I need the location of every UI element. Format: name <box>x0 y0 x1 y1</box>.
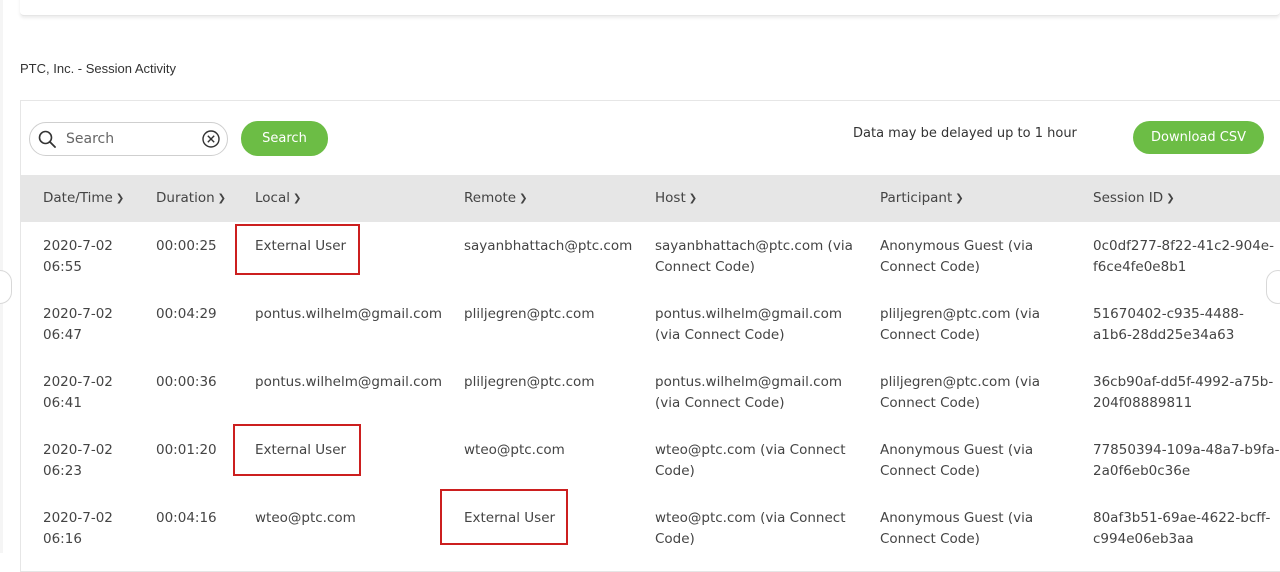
search-button[interactable]: Search <box>241 121 328 156</box>
chevron-down-icon: ❯ <box>115 193 125 204</box>
cell-remote: pliljegren@ptc.com <box>464 374 595 390</box>
cell-remote: pliljegren@ptc.com <box>464 306 595 322</box>
cell-datetime: 2020-7-02 06:16 <box>43 510 113 547</box>
scroll-left-arrow[interactable] <box>0 270 12 304</box>
cell-remote: sayanbhattach@ptc.com <box>464 238 633 254</box>
column-header-participant[interactable]: Participant ❯ <box>880 190 964 206</box>
column-header-local[interactable]: Local ❯ <box>255 190 301 206</box>
session-activity-panel: Search Data may be delayed up to 1 hour … <box>20 100 1280 572</box>
table-row: 2020-7-02 06:41 00:00:36 pontus.wilhelm@g… <box>21 358 1280 426</box>
table-row: 2020-7-02 06:55 00:00:25 External User sa… <box>21 222 1280 290</box>
cell-participant: Anonymous Guest (via Connect Code) <box>880 510 1034 547</box>
cell-participant: pliljegren@ptc.com (via Connect Code) <box>880 306 1041 343</box>
highlight-box <box>235 224 360 275</box>
table-row: 2020-7-02 06:23 00:01:20 External User wt… <box>21 426 1280 494</box>
chevron-down-icon: ❯ <box>293 193 302 204</box>
cell-local: pontus.wilhelm@gmail.com <box>255 374 442 390</box>
search-input[interactable] <box>66 128 196 150</box>
cell-datetime: 2020-7-02 06:55 <box>43 238 113 275</box>
search-field[interactable] <box>29 122 228 156</box>
scroll-right-arrow[interactable] <box>1266 270 1280 304</box>
cell-host: wteo@ptc.com (via Connect Code) <box>655 442 846 479</box>
cell-session-id: 36cb90af-dd5f-4992-a75b- 204f08889811 <box>1093 374 1274 411</box>
cell-local: pontus.wilhelm@gmail.com <box>255 306 442 322</box>
column-header-remote[interactable]: Remote ❯ <box>464 190 527 206</box>
cell-local: wteo@ptc.com <box>255 510 356 526</box>
cell-session-id: 80af3b51-69ae-4622-bcff-c994e06eb3aa <box>1093 510 1271 547</box>
chevron-down-icon: ❯ <box>519 193 528 204</box>
search-icon <box>38 130 56 148</box>
cell-participant: Anonymous Guest (via Connect Code) <box>880 442 1034 479</box>
cell-session-id: 0c0df277-8f22-41c2-904e-f6ce4fe0e8b1 <box>1093 238 1274 275</box>
cell-duration: 00:04:16 <box>156 510 217 526</box>
table-row: 2020-7-02 06:47 00:04:29 pontus.wilhelm@g… <box>21 290 1280 358</box>
cell-datetime: 2020-7-02 06:47 <box>43 306 113 343</box>
table-row: 2020-7-02 06:16 00:04:16 wteo@ptc.com Ext… <box>21 494 1280 562</box>
clear-icon[interactable] <box>202 130 220 148</box>
cell-participant: pliljegren@ptc.com (via Connect Code) <box>880 374 1041 411</box>
cell-datetime: 2020-7-02 06:41 <box>43 374 113 411</box>
download-csv-button[interactable]: Download CSV <box>1133 121 1264 154</box>
cell-host: wteo@ptc.com (via Connect Code) <box>655 510 846 547</box>
column-header-duration[interactable]: Duration ❯ <box>156 190 226 206</box>
chevron-down-icon: ❯ <box>217 193 227 204</box>
cell-participant: Anonymous Guest (via Connect Code) <box>880 238 1034 275</box>
cell-host: sayanbhattach@ptc.com (via Connect Code) <box>655 238 853 275</box>
chevron-down-icon: ❯ <box>688 193 698 204</box>
page-title: PTC, Inc. - Session Activity <box>20 61 177 76</box>
column-header-datetime[interactable]: Date/Time ❯ <box>43 190 124 206</box>
table-header: Date/Time ❯ Duration ❯ Local ❯ Remote ❯ Host… <box>21 175 1280 222</box>
cell-datetime: 2020-7-02 06:23 <box>43 442 113 479</box>
highlight-box <box>440 489 568 545</box>
cell-session-id: 51670402-c935-4488- a1b6-28dd25e34a63 <box>1093 306 1244 343</box>
cell-duration: 00:00:25 <box>156 238 217 254</box>
column-header-session-id[interactable]: Session ID ❯ <box>1093 190 1175 206</box>
chevron-down-icon: ❯ <box>1166 193 1175 204</box>
chevron-down-icon: ❯ <box>955 193 964 204</box>
cell-duration: 00:01:20 <box>156 442 217 458</box>
column-header-host[interactable]: Host ❯ <box>655 190 697 206</box>
cell-session-id: 77850394-109a-48a7-b9fa- 2a0f6eb0c36e <box>1093 442 1280 479</box>
cell-host: pontus.wilhelm@gmail.com (via Connect Cod… <box>655 374 842 411</box>
highlight-box <box>233 424 361 476</box>
cell-duration: 00:00:36 <box>156 374 217 390</box>
previous-card <box>20 0 1280 16</box>
cell-duration: 00:04:29 <box>156 306 217 322</box>
delay-notice: Data may be delayed up to 1 hour <box>853 126 1077 141</box>
cell-remote: wteo@ptc.com <box>464 442 565 458</box>
cell-host: pontus.wilhelm@gmail.com (via Connect Cod… <box>655 306 842 343</box>
